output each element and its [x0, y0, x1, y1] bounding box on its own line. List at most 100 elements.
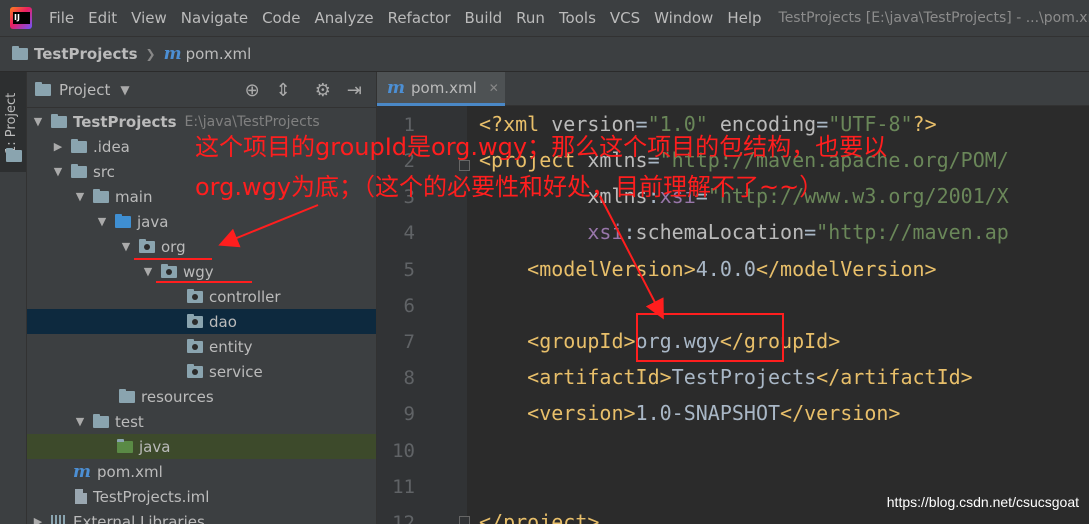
- menu-navigate[interactable]: Navigate: [174, 9, 255, 27]
- hide-panel-icon[interactable]: ⇥: [347, 80, 362, 101]
- source-folder-icon: [115, 213, 131, 228]
- code-line-5: <modelVersion>4.0.0</modelVersion>: [479, 251, 937, 287]
- breadcrumb-file[interactable]: pom.xml: [186, 45, 252, 63]
- menu-vcs[interactable]: VCS: [603, 9, 647, 27]
- locate-icon[interactable]: ⊕: [245, 80, 260, 101]
- tree-item-test[interactable]: ▼ test: [27, 409, 376, 434]
- chevron-down-icon[interactable]: ▼: [141, 265, 155, 278]
- artifact-id-open: <artifactId>: [527, 365, 672, 389]
- collapse-all-icon[interactable]: ⇕: [276, 80, 291, 101]
- group-id-close: </groupId>: [719, 329, 841, 353]
- editor-tab-bar: m pom.xml ✕: [377, 72, 1089, 106]
- chevron-down-icon[interactable]: ▼: [120, 83, 129, 97]
- chevron-right-icon[interactable]: ▶: [31, 515, 45, 524]
- chevron-right-icon: ❯: [145, 47, 156, 61]
- maven-file-icon: m: [73, 461, 91, 482]
- tree-item-wgy[interactable]: ▼ wgy: [27, 259, 376, 284]
- menu-window[interactable]: Window: [647, 9, 720, 27]
- intellij-logo-icon: [10, 7, 32, 29]
- menu-file[interactable]: File: [42, 9, 81, 27]
- chevron-down-icon[interactable]: ▼: [95, 215, 109, 228]
- version-value: 1.0-SNAPSHOT: [635, 401, 781, 425]
- tree-item-service[interactable]: service: [27, 359, 376, 384]
- project-panel-header: Project ▼ ⊕ ⇕ ⚙ ⇥: [27, 72, 376, 108]
- package-icon: [187, 338, 203, 353]
- group-id-value: org.wgy: [635, 329, 720, 353]
- chevron-down-icon[interactable]: ▼: [73, 415, 87, 428]
- line-number: 12: [392, 512, 415, 524]
- line-number: 6: [403, 295, 415, 317]
- model-version-value: 4.0.0: [695, 257, 756, 281]
- package-icon: [139, 238, 155, 253]
- close-icon[interactable]: ✕: [489, 81, 499, 95]
- tree-item-label: TestProjects.iml: [93, 487, 210, 506]
- test-folder-icon: [117, 438, 133, 453]
- folder-icon: [93, 413, 109, 428]
- attr-schema-location: schemaLocation: [635, 220, 805, 244]
- package-icon: [187, 288, 203, 303]
- tree-item-iml[interactable]: TestProjects.iml: [27, 484, 376, 509]
- gear-icon[interactable]: ⚙: [315, 80, 331, 101]
- fold-marker-icon[interactable]: [459, 516, 470, 524]
- tree-item-controller[interactable]: controller: [27, 284, 376, 309]
- code-line-4: xsi:schemaLocation="http://maven.ap: [587, 220, 1009, 244]
- project-tool-tab-label: 1: Project: [4, 92, 19, 154]
- menu-bar: File Edit View Navigate Code Analyze Ref…: [0, 0, 1089, 36]
- breadcrumb: TestProjects ❯ m pom.xml: [0, 36, 1089, 72]
- window-title: TestProjects [E:\java\TestProjects] - ..…: [778, 10, 1089, 26]
- tree-item-label: dao: [209, 312, 237, 331]
- tree-item-label: resources: [141, 387, 214, 406]
- chevron-down-icon[interactable]: ▼: [119, 240, 133, 253]
- menu-build[interactable]: Build: [458, 9, 510, 27]
- tree-item-resources[interactable]: resources: [27, 384, 376, 409]
- annotation-line-1: 这个项目的groupId是org.wgy；那么这个项目的包结构，也要以: [195, 133, 888, 161]
- menu-view[interactable]: View: [124, 9, 174, 27]
- menu-code[interactable]: Code: [255, 9, 307, 27]
- tree-item-org[interactable]: ▼ org: [27, 234, 376, 259]
- chevron-right-icon[interactable]: ▶: [51, 140, 65, 153]
- version-open: <version>: [527, 401, 636, 425]
- menu-refactor[interactable]: Refactor: [381, 9, 458, 27]
- chevron-down-icon[interactable]: ▼: [31, 115, 45, 128]
- tree-item-external-libraries[interactable]: ▶ External Libraries: [27, 509, 376, 524]
- attr-xsi-ns: xsi: [587, 220, 624, 244]
- menu-help[interactable]: Help: [720, 9, 768, 27]
- model-version-open: <modelVersion>: [527, 257, 696, 281]
- annotation-line-2: org.wgy为底；（这个的必要性和好处，目前理解不了~~）: [195, 173, 824, 201]
- maven-file-icon: m: [163, 44, 182, 64]
- model-version-close: </modelVersion>: [755, 257, 937, 281]
- tree-item-pom[interactable]: m pom.xml: [27, 459, 376, 484]
- tool-window-strip: 1: Project: [0, 72, 27, 524]
- line-number: 5: [403, 259, 415, 281]
- artifact-id-close: </artifactId>: [816, 365, 973, 389]
- tree-item-label: pom.xml: [97, 462, 163, 481]
- chevron-down-icon[interactable]: ▼: [51, 165, 65, 178]
- version-close: </version>: [780, 401, 901, 425]
- tree-item-label: entity: [209, 337, 253, 356]
- menu-analyze[interactable]: Analyze: [307, 9, 380, 27]
- artifact-id-value: TestProjects: [671, 365, 817, 389]
- code-line-9: <version>1.0-SNAPSHOT</version>: [479, 395, 900, 431]
- chevron-down-icon[interactable]: ▼: [73, 190, 87, 203]
- tree-item-entity[interactable]: entity: [27, 334, 376, 359]
- package-icon: [161, 263, 177, 278]
- watermark: https://blog.csdn.net/csucsgoat: [886, 494, 1079, 510]
- breadcrumb-project[interactable]: TestProjects: [34, 45, 138, 63]
- tree-item-dao[interactable]: dao: [27, 309, 376, 334]
- file-icon: [75, 489, 87, 504]
- project-view-selector[interactable]: Project: [59, 81, 110, 99]
- code-line-8: <artifactId>TestProjects</artifactId>: [479, 359, 973, 395]
- package-icon: [187, 363, 203, 378]
- editor-tab-pom[interactable]: m pom.xml ✕: [377, 72, 505, 106]
- package-icon: [187, 313, 203, 328]
- code-line-7: <groupId>org.wgy</groupId>: [479, 323, 840, 359]
- tree-item-label: java: [139, 437, 171, 456]
- menu-tools[interactable]: Tools: [552, 9, 603, 27]
- line-number: 4: [403, 222, 415, 244]
- tree-item-label: .idea: [93, 137, 130, 156]
- tree-item-main-java[interactable]: ▼ java: [27, 209, 376, 234]
- menu-edit[interactable]: Edit: [81, 9, 124, 27]
- code-line-12: </project>: [479, 504, 599, 524]
- menu-run[interactable]: Run: [509, 9, 552, 27]
- tree-item-test-java[interactable]: java: [27, 434, 376, 459]
